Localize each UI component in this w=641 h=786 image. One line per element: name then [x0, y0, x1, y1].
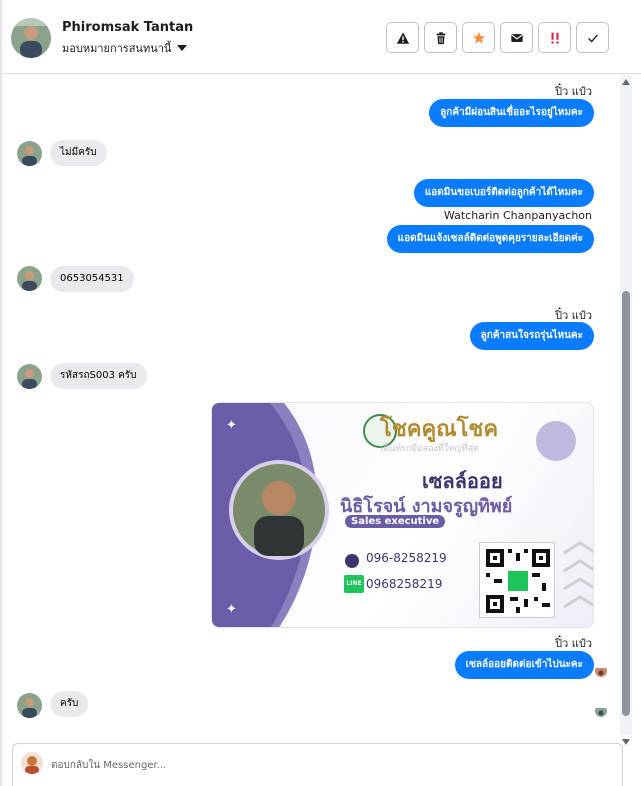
- priority-button[interactable]: [538, 22, 571, 53]
- outgoing-message[interactable]: เซลล์ออยติดต่อเข้าไปนะคะ: [454, 651, 594, 679]
- contact-name[interactable]: Phiromsak Tantan: [62, 20, 193, 35]
- phone-icon: [345, 554, 359, 568]
- seen-avatar: [595, 665, 607, 677]
- line-icon: LINE: [344, 575, 364, 593]
- contact-avatar-small: [17, 141, 42, 166]
- mark-done-button[interactable]: [576, 22, 609, 53]
- card-tagline: เต็นท์รถมือสองที่ใหญ่ที่สุด: [380, 444, 480, 454]
- mark-unread-button[interactable]: [500, 22, 533, 53]
- outgoing-message[interactable]: แอดมินแจ้งเซลล์ติดต่อพูดคุยรายละเอียดค่ะ: [386, 225, 594, 253]
- delete-button[interactable]: [424, 22, 457, 53]
- outgoing-message[interactable]: แอดมินขอเบอร์ติดต่อลูกค้าได้ไหมคะ: [413, 179, 594, 207]
- reply-composer: [12, 743, 623, 786]
- check-icon: [587, 33, 598, 43]
- chevron-down-icon: [177, 45, 188, 51]
- card-phone: 096-8258219: [366, 551, 447, 565]
- card-role: Sales executive: [345, 515, 446, 528]
- incoming-message[interactable]: ไม่มีครับ: [50, 140, 107, 166]
- incoming-message[interactable]: ครับ: [50, 691, 89, 717]
- incoming-message[interactable]: รหัสรถS003 ครับ: [50, 363, 147, 389]
- warning-icon: [396, 31, 409, 44]
- mail-icon: [510, 33, 523, 42]
- action-toolbar: [386, 22, 609, 53]
- reply-input[interactable]: [51, 755, 551, 775]
- outgoing-message[interactable]: ลูกค้ามีผ่อนสินเชื่ออะไรอยู่ไหมคะ: [429, 99, 594, 127]
- page-avatar: [21, 752, 43, 774]
- star-icon: [472, 31, 485, 44]
- svg-text:✦: ✦: [226, 602, 237, 617]
- sender-name: ปิ๋ว แป๋ว: [555, 85, 592, 98]
- thread-scrollbar[interactable]: [620, 75, 632, 745]
- assign-conversation-dropdown[interactable]: มอบหมายการสนทนานี้: [62, 39, 188, 57]
- incoming-message[interactable]: 0653054531: [50, 266, 134, 292]
- contact-avatar-small: [17, 693, 42, 718]
- business-card-image[interactable]: ✦ ✦ โชคคูณโชค เต็นท์รถมือสองที่ใหญ่ที่สุ…: [211, 402, 594, 628]
- qr-code: [479, 542, 555, 618]
- scroll-up-arrow-icon[interactable]: [622, 79, 630, 85]
- sender-name: ปิ๋ว แป๋ว: [555, 637, 592, 650]
- card-line-id: 0968258219: [366, 577, 443, 591]
- assign-label: มอบหมายการสนทนานี้: [62, 42, 172, 55]
- contact-avatar-small: [17, 266, 42, 291]
- contact-avatar[interactable]: [11, 18, 51, 58]
- conversation-header: Phiromsak Tantan มอบหมายการสนทนานี้: [0, 0, 641, 786]
- scroll-down-arrow-icon[interactable]: [622, 739, 630, 745]
- svg-text:✦: ✦: [226, 418, 237, 433]
- scroll-thumb[interactable]: [622, 291, 630, 716]
- sender-name: Watcharin Chanpanyachon: [443, 209, 592, 222]
- contact-avatar-small: [17, 364, 42, 389]
- trash-icon: [436, 31, 445, 44]
- spam-button[interactable]: [386, 22, 419, 53]
- star-button[interactable]: [462, 22, 495, 53]
- outgoing-message[interactable]: ลูกค้าสนใจรถรุ่นไหนคะ: [469, 322, 594, 350]
- priority-icon: [551, 32, 558, 44]
- seen-avatar: [595, 705, 607, 717]
